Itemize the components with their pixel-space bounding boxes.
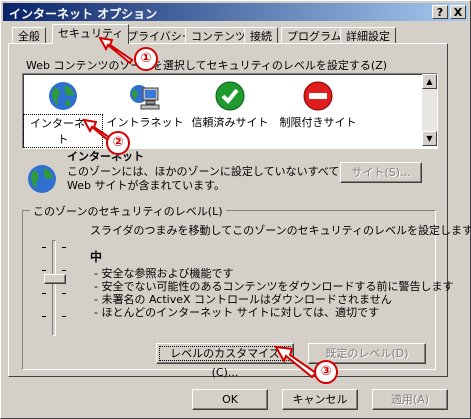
title-bar[interactable]: インターネット オプション ? X — [3, 3, 468, 21]
tab-general[interactable]: 全般 — [12, 27, 46, 44]
slider-instruction: スライダのつまみを移動してこのゾーンのセキュリティのレベルを設定します。 — [90, 224, 471, 237]
zone-select-label: Web コンテンツのゾーンを選択してセキュリティのレベルを設定する(Z) — [26, 59, 388, 72]
callout-arrow-1 — [98, 36, 134, 65]
scroll-up-button[interactable]: ▲ — [422, 74, 437, 89]
zone-label-restricted: 制限付きサイト — [279, 116, 357, 129]
callout-3: ③ — [314, 360, 338, 384]
tab-content[interactable]: コンテンツ — [185, 27, 252, 44]
callout-2: ② — [106, 131, 130, 155]
intranet-computer-icon — [130, 85, 160, 110]
slider-thumb[interactable] — [44, 274, 66, 284]
sites-button[interactable]: サイト(S)... — [340, 162, 422, 183]
zone-info-name: インターネット — [67, 150, 144, 163]
level-bullet-4: - ほとんどのインターネット サイトに対しては、適切です — [94, 306, 380, 319]
check-icon — [215, 81, 245, 111]
tab-connections[interactable]: 接続 — [244, 27, 278, 44]
cancel-button[interactable]: キャンセル — [282, 389, 358, 410]
tab-programs[interactable]: プログラム — [281, 27, 348, 44]
tab-advanced[interactable]: 詳細設定 — [340, 27, 396, 44]
window-title: インターネット オプション — [9, 7, 158, 21]
zone-label-trusted: 信頼済みサイト — [191, 116, 269, 129]
close-button[interactable]: X — [450, 5, 466, 19]
help-button[interactable]: ? — [432, 5, 448, 19]
globe-icon — [49, 82, 77, 110]
zone-info-globe-icon — [28, 165, 56, 193]
zone-list-scrollbar[interactable]: ▲ ▼ — [422, 74, 437, 146]
slider-track — [52, 240, 56, 336]
callout-1: ① — [134, 47, 158, 71]
zone-info-desc-2: Web サイトが含まれています。 — [67, 179, 226, 192]
zone-restricted[interactable]: 制限付きサイト — [273, 80, 363, 130]
level-name: 中 — [90, 250, 103, 264]
ok-button[interactable]: OK — [192, 389, 268, 410]
security-level-group-label: このゾーンのセキュリティのレベル(L) — [30, 203, 226, 219]
apply-button[interactable]: 適用(A) — [372, 389, 448, 410]
scroll-down-button[interactable]: ▼ — [422, 131, 437, 146]
zone-trusted[interactable]: 信頼済みサイト — [185, 80, 275, 130]
security-slider[interactable] — [40, 240, 70, 336]
restricted-icon — [303, 81, 333, 111]
